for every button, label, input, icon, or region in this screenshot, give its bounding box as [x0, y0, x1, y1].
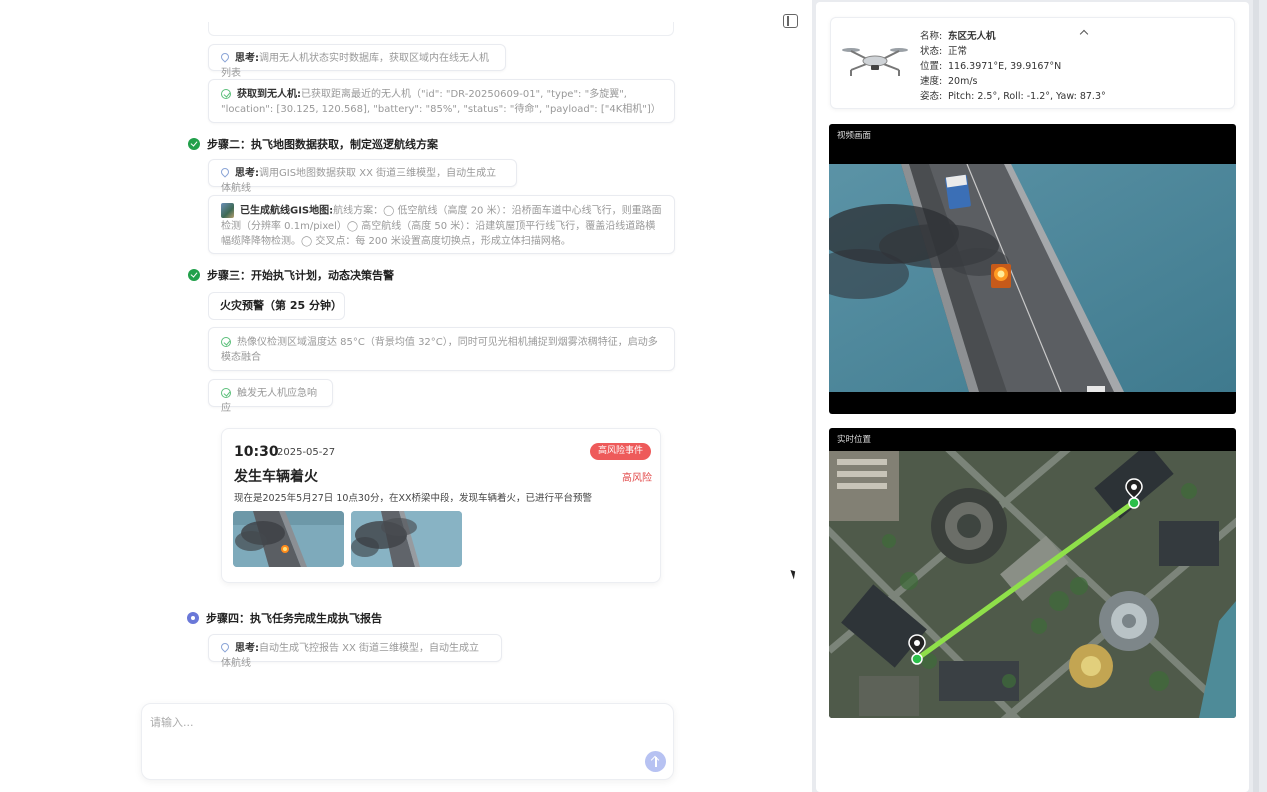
location-pin-icon — [221, 53, 229, 63]
route-end-point — [1128, 497, 1140, 509]
result-card: 热像仪检测区域温度达 85°C（背景均值 32°C），同时可见光相机捕捉到烟雾浓… — [208, 327, 675, 371]
chevron-up-icon[interactable] — [1079, 29, 1089, 39]
drone-attitude: Pitch: 2.5°, Roll: -1.2°, Yaw: 87.3° — [948, 91, 1106, 102]
gis-map-thumbnail-icon — [221, 203, 234, 218]
step-done-icon — [188, 138, 200, 150]
video-label: 视频画面 — [837, 131, 872, 141]
think-text: 调用GIS地图数据获取 XX 街道三维模型，自动生成立体航线 — [221, 168, 497, 194]
step-title: 步骤四：执飞任务完成生成执飞报告 — [206, 612, 382, 625]
drone-status: 正常 — [948, 46, 968, 57]
risk-level-text: 高风险 — [622, 473, 652, 484]
send-button[interactable] — [645, 751, 666, 772]
route-start-point — [911, 653, 923, 665]
event-photo[interactable] — [233, 511, 344, 567]
think-label: 思考: — [235, 643, 259, 654]
think-card: 思考:调用无人机状态实时数据库，获取区域内在线无人机列表 — [208, 44, 506, 79]
sidebar-toggle-icon[interactable] — [783, 14, 798, 28]
step-title: 步骤二：执飞地图数据获取，制定巡逻航线方案 — [207, 138, 438, 151]
event-description: 现在是2025年5月27日 10点30分，在XX桥梁中段，发现车辆着火，已进行平… — [234, 493, 593, 504]
field-label: 位置: — [920, 61, 943, 72]
result-card: 获取到无人机:已获取距离最近的无人机（"id": "DR-20250609-01… — [208, 79, 675, 123]
step-done-icon — [188, 269, 200, 281]
map-panel[interactable]: 实时位置 — [829, 428, 1236, 718]
step-two-header: 步骤二：执飞地图数据获取，制定巡逻航线方案 — [188, 137, 438, 153]
step-title: 步骤三：开始执飞计划，动态决策告警 — [207, 269, 394, 282]
check-circle-icon — [221, 337, 231, 347]
drone-position: 116.3971°E, 39.9167°N — [948, 61, 1062, 72]
previous-card-edge — [208, 22, 674, 36]
result-text: 触发无人机应急响应 — [221, 388, 317, 414]
chat-input-box — [141, 703, 674, 780]
location-pin-icon — [221, 168, 229, 178]
video-feed-panel[interactable]: 视频画面 — [829, 124, 1236, 414]
result-label: 获取到无人机: — [237, 89, 301, 100]
step-four-header: 步骤四：执飞任务完成生成执飞报告 — [187, 611, 382, 627]
chat-panel: 思考:调用无人机状态实时数据库，获取区域内在线无人机列表 获取到无人机:已获取距… — [0, 0, 812, 792]
drone-name-row: 名称: 东区无人机 — [920, 28, 996, 42]
satellite-map[interactable] — [829, 451, 1236, 718]
step-three-header: 步骤三：开始执飞计划，动态决策告警 — [188, 268, 394, 284]
field-label: 状态: — [920, 46, 943, 57]
chat-input[interactable] — [150, 714, 630, 754]
drone-speed-row: 速度: 20m/s — [920, 73, 978, 87]
event-title: 发生车辆着火 — [234, 469, 318, 485]
field-label: 名称: — [920, 31, 943, 42]
field-label: 姿态: — [920, 91, 943, 102]
gis-result-card: 已生成航线GIS地图:航线方案：◯ 低空航线（高度 20 米）：沿桥面车道中心线… — [208, 195, 675, 254]
drone-info-card: 名称: 东区无人机 状态: 正常 位置: 116.3971°E, 39.9167°N … — [830, 17, 1235, 109]
result-card: 触发无人机应急响应 — [208, 379, 333, 414]
drone-icon — [842, 48, 908, 76]
location-pin-icon — [221, 643, 229, 653]
scrollbar[interactable] — [1253, 0, 1259, 792]
think-text: 调用无人机状态实时数据库，获取区域内在线无人机列表 — [221, 53, 489, 79]
map-label: 实时位置 — [837, 435, 872, 445]
event-date: 2025-05-27 — [277, 447, 336, 458]
fire-warning-label: 火灾预警（第 25 分钟） — [208, 292, 345, 320]
drone-status-row: 状态: 正常 — [920, 43, 967, 57]
think-label: 思考: — [235, 168, 259, 179]
think-label: 思考: — [235, 53, 259, 64]
think-card: 思考:调用GIS地图数据获取 XX 街道三维模型，自动生成立体航线 — [208, 159, 517, 194]
drone-name: 东区无人机 — [948, 31, 996, 42]
live-video-frame — [829, 164, 1236, 392]
event-time: 10:30 — [234, 444, 279, 460]
drone-position-row: 位置: 116.3971°E, 39.9167°N — [920, 58, 1061, 72]
think-card: 思考:自动生成飞控报告 XX 街道三维模型，自动生成立体航线 — [208, 634, 502, 669]
result-text: 热像仪检测区域温度达 85°C（背景均值 32°C），同时可见光相机捕捉到烟雾浓… — [221, 337, 658, 363]
think-text: 自动生成飞控报告 XX 街道三维模型，自动生成立体航线 — [221, 643, 480, 669]
check-circle-icon — [221, 388, 231, 398]
check-circle-icon — [221, 89, 231, 99]
field-label: 速度: — [920, 76, 943, 87]
event-photo[interactable] — [351, 511, 462, 567]
drone-speed: 20m/s — [948, 76, 978, 87]
step-in-progress-icon — [187, 612, 199, 624]
result-label: 已生成航线GIS地图: — [240, 205, 334, 217]
risk-event-badge: 高风险事件 — [590, 443, 652, 460]
fire-event-card[interactable]: 10:30 2025-05-27 高风险事件 高风险 发生车辆着火 现在是202… — [221, 428, 661, 583]
drone-attitude-row: 姿态: Pitch: 2.5°, Roll: -1.2°, Yaw: 87.3° — [920, 88, 1106, 102]
